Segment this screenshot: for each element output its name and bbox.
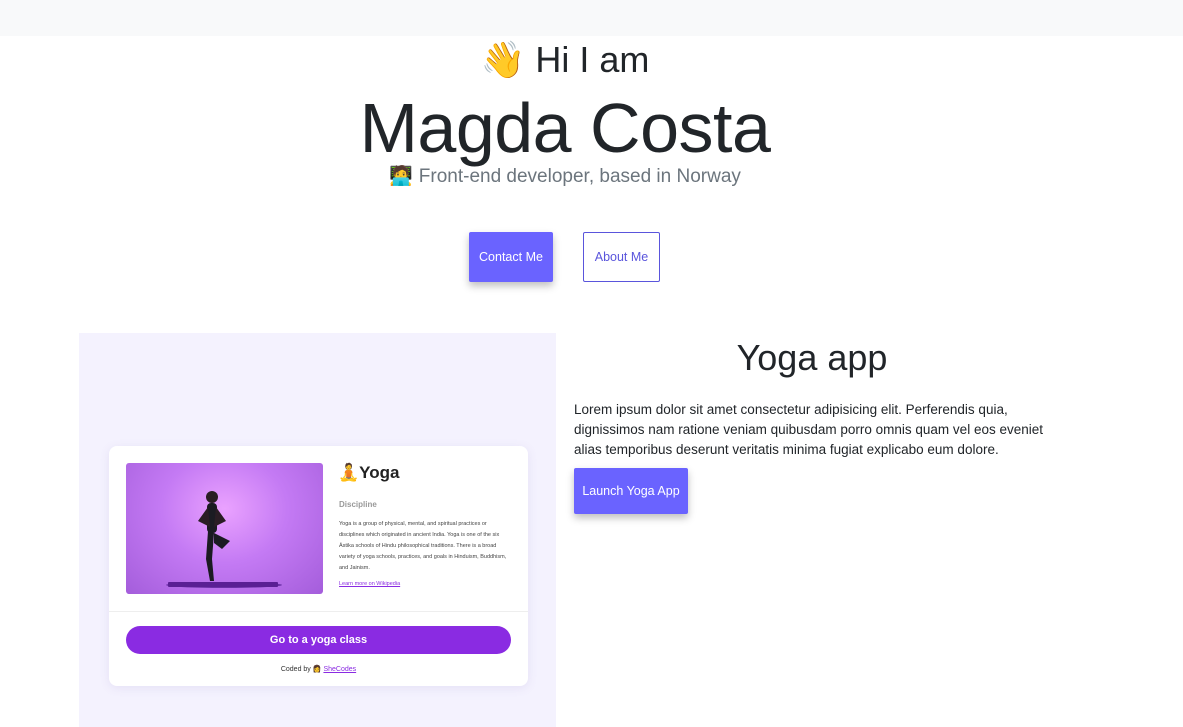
- preview-footer: Coded by 👩 SheCodes: [109, 665, 528, 673]
- coded-by-label: Coded by: [280, 666, 311, 673]
- preview-description: Yoga is a group of physical, mental, and…: [339, 521, 507, 571]
- yoga-photo: [126, 463, 323, 594]
- preview-title: 🧘Yoga: [338, 463, 399, 483]
- greeting-heading: 👋 Hi I am: [0, 38, 1130, 82]
- shecodes-link: SheCodes: [323, 666, 357, 673]
- preview-yoga-class-button: Go to a yoga class: [126, 626, 511, 654]
- about-me-button[interactable]: About Me: [583, 232, 660, 282]
- laptop-icon: 🧑‍💻: [389, 166, 413, 187]
- preview-card: 🧘Yoga Discipline Yoga is a group of phys…: [109, 446, 528, 686]
- top-navbar: [0, 0, 1183, 36]
- preview-wikipedia-link: Learn more on Wikipedia: [339, 581, 401, 587]
- tagline: 🧑‍💻 Front-end developer, based in Norway: [0, 164, 1130, 190]
- tagline-text: Front-end developer, based in Norway: [418, 166, 741, 187]
- yoga-pose-illustration: [166, 491, 282, 588]
- waving-hand-icon: 👋: [480, 39, 526, 80]
- project-preview-image: 🧘Yoga Discipline Yoga is a group of phys…: [79, 333, 556, 727]
- preview-title-text: Yoga: [359, 463, 400, 482]
- page-title: Magda Costa: [359, 89, 771, 167]
- woman-icon: 👩: [312, 666, 322, 673]
- launch-yoga-app-button[interactable]: Launch Yoga App: [574, 468, 688, 514]
- preview-label: Discipline: [339, 500, 377, 509]
- project-description: Lorem ipsum dolor sit amet consectetur a…: [574, 402, 1043, 457]
- project-title: Yoga app: [736, 337, 888, 378]
- contact-me-button[interactable]: Contact Me: [469, 232, 553, 282]
- meditation-icon: 🧘: [338, 463, 360, 482]
- greeting-text: Hi I am: [535, 39, 650, 80]
- divider: [109, 611, 528, 612]
